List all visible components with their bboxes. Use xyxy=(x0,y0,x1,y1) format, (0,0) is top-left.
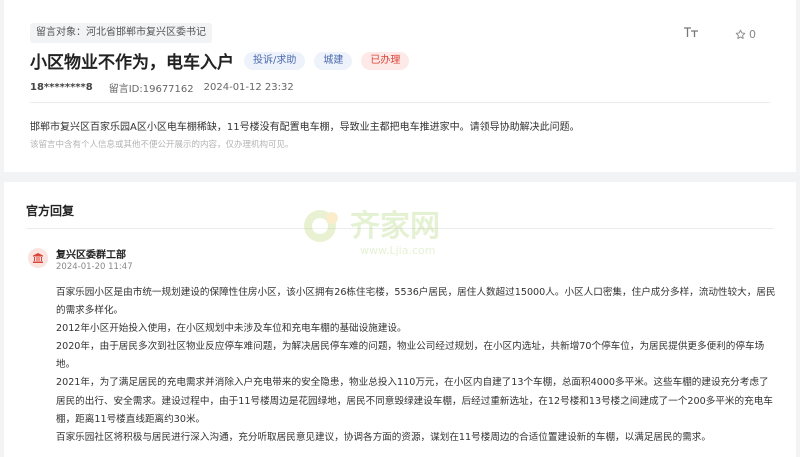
watermark-brand: 齐家网 xyxy=(350,209,440,244)
title-row: 小区物业不作为，电车入户 投诉/求助 城建 已办理 xyxy=(30,48,418,73)
message-divider xyxy=(30,102,770,103)
reply-time: 2024-01-20 11:47 xyxy=(56,262,133,272)
text-size-icon-glyph xyxy=(684,27,698,37)
message-content: 邯郸市复兴区百家乐园A区小区电车棚稀缺，11号楼没有配置电车棚，导致业主都把电车… xyxy=(30,122,580,133)
message-title: 小区物业不作为，电车入户 xyxy=(30,53,234,73)
favorite-button[interactable]: 0 xyxy=(735,28,756,41)
user-phone: 18********8 xyxy=(30,82,93,93)
privacy-note: 该留言中含有个人信息或其他不便公开展示的内容，仅办理机构可见。 xyxy=(30,140,294,150)
watermark-logo: 齐家网 www.Ljia.com xyxy=(298,200,488,260)
reply-paragraph: 百家乐园小区是由市统一规划建设的保障性住房小区，该小区拥有26栋住宅楼，5536… xyxy=(56,287,776,317)
category-badge[interactable]: 投诉/求助 xyxy=(244,51,306,70)
reply-paragraph: 2012年小区开始投入使用，在小区规划中未涉及车位和充电车棚的基础设施建设。 xyxy=(56,323,407,335)
reply-body: 百家乐园小区是由市统一规划建设的保障性住房小区，该小区拥有26栋住宅楼，5536… xyxy=(56,284,776,447)
message-target-tag: 留言对象：河北省邯郸市复兴区委书记 xyxy=(30,23,212,43)
message-meta: 18********8 留言ID:19677162 2024-01-12 23:… xyxy=(30,80,294,95)
text-size-icon[interactable] xyxy=(683,26,699,42)
government-building-icon xyxy=(33,253,43,263)
message-toolbar: 0 xyxy=(683,26,756,42)
department-badge[interactable]: 城建 xyxy=(314,51,353,70)
reply-paragraph: 2020年，由于居民多次到社区物业反应停车难问题，为解决居民停车难的问题，物业公… xyxy=(56,341,765,371)
reply-paragraph: 百家乐园社区将积极与居民进行深入沟通，充分听取居民意见建议，协调各方面的资源，谋… xyxy=(56,431,711,443)
message-date: 2024-01-12 23:32 xyxy=(203,82,294,93)
message-id: 留言ID:19677162 xyxy=(108,84,194,95)
org-avatar xyxy=(28,248,48,268)
reply-paragraph: 2021年，为了满足居民的充电需求并消除入户充电带来的安全隐患，物业总投入110… xyxy=(56,377,773,425)
reply-org-name: 复兴区委群工部 xyxy=(56,250,126,261)
reply-heading: 官方回复 xyxy=(26,204,75,218)
star-icon xyxy=(735,29,746,39)
watermark-graphic: 齐家网 www.Ljia.com xyxy=(304,209,440,257)
status-badge: 已办理 xyxy=(361,51,410,70)
watermark-url: www.Ljia.com xyxy=(360,244,435,257)
message-card: 留言对象：河北省邯郸市复兴区委书记 0 小区物业不作为，电车入户 投诉/求助 城… xyxy=(4,0,796,172)
favorite-count: 0 xyxy=(749,27,756,41)
